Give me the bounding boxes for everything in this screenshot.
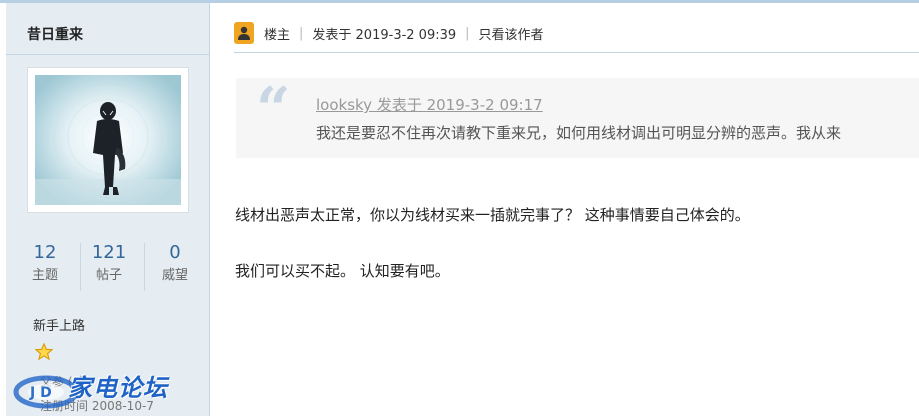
author-name[interactable]: 昔日重来 bbox=[27, 24, 83, 44]
stat-posts-label: 帖子 bbox=[95, 268, 122, 283]
svg-text:J D: J D bbox=[29, 385, 52, 401]
stat-prestige-label: 威望 bbox=[161, 268, 188, 283]
star-icon bbox=[35, 343, 53, 361]
stat-posts[interactable]: 121 帖子 bbox=[80, 241, 138, 287]
owner-label: 楼主 bbox=[264, 27, 291, 43]
stat-prestige-count: 0 bbox=[169, 242, 181, 263]
only-author-link[interactable]: 只看该作者 bbox=[479, 24, 544, 43]
forum-logo-text: 家电论坛 bbox=[68, 374, 168, 402]
author-sidebar: 昔日重来 12 主题 121 帖子 0 威望 新手上路 父参 (威) 注册时间 … bbox=[6, 3, 210, 416]
quote-block: “ looksky 发表于 2019-3-2 09:17 我还是要忍不住再次请教… bbox=[236, 78, 919, 158]
stat-posts-count: 121 bbox=[91, 242, 127, 263]
quote-text: 我还是要忍不住再次请教下重来兄，如何用线材调出可明显分辨的恶声。我从来 bbox=[316, 124, 842, 142]
stat-prestige: 0 威望 bbox=[146, 241, 204, 287]
stat-topics-count: 12 bbox=[33, 242, 57, 263]
stat-topics-label: 主题 bbox=[31, 268, 58, 283]
post-body-line: 线材出恶声太正常，你以为线材买来一插就完事了？ 这种事情要自己体会的。 bbox=[235, 206, 750, 224]
sidebar-divider bbox=[6, 54, 209, 55]
author-stats: 12 主题 121 帖子 0 威望 bbox=[16, 241, 199, 295]
quote-mark-icon: “ bbox=[256, 75, 291, 145]
stat-separator bbox=[144, 243, 145, 291]
post-header: 楼主 | 发表于 2019-3-2 09:39 | 只看该作者 bbox=[234, 20, 544, 46]
post-body-line: 我们可以买不起。 认知要有吧。 bbox=[235, 262, 450, 280]
stat-topics[interactable]: 12 主题 bbox=[16, 241, 74, 287]
avatar-image bbox=[35, 75, 181, 205]
post-time: 发表于 2019-3-2 09:39 bbox=[312, 27, 457, 43]
divider: | bbox=[299, 25, 304, 41]
header-divider bbox=[234, 52, 919, 53]
user-rank[interactable]: 新手上路 bbox=[33, 315, 85, 334]
quote-source-link[interactable]: looksky 发表于 2019-3-2 09:17 bbox=[316, 94, 543, 115]
divider: | bbox=[465, 25, 470, 41]
avatar[interactable] bbox=[27, 67, 189, 213]
owner-badge-icon bbox=[234, 22, 254, 44]
